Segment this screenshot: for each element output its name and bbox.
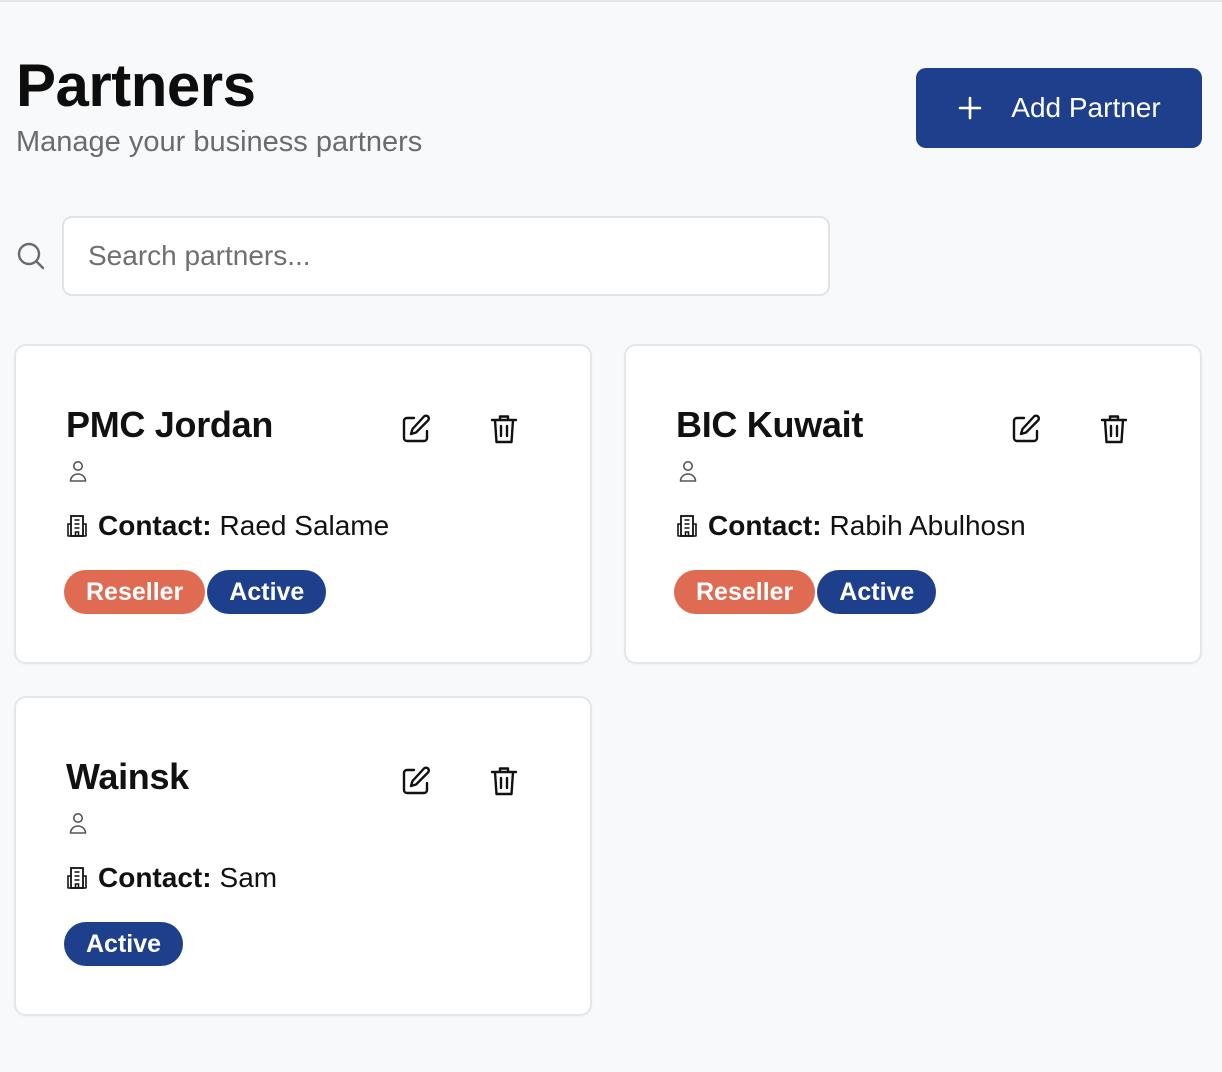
type-badge: Reseller [64, 570, 206, 614]
top-divider [0, 0, 1222, 2]
delete-button[interactable] [486, 412, 522, 448]
partner-card: BIC Kuwait Contact: Rabih Abulhosn Resel… [624, 344, 1202, 664]
partner-card: PMC Jordan Contact: Raed Salame Reseller… [14, 344, 592, 664]
search-bar [16, 216, 830, 296]
edit-icon [400, 765, 432, 800]
edit-button[interactable] [398, 764, 434, 800]
contact-name: Sam [219, 862, 278, 893]
trash-icon [1100, 413, 1128, 448]
status-badge: Active [207, 570, 327, 614]
status-badge: Active [64, 922, 184, 966]
contact-row: Contact: Sam [66, 862, 277, 894]
plus-icon [957, 95, 983, 121]
edit-button[interactable] [1008, 412, 1044, 448]
edit-icon [1010, 413, 1042, 448]
badge-group: Reseller Active [64, 570, 327, 614]
add-partner-label: Add Partner [1011, 92, 1161, 123]
add-partner-button[interactable]: Add Partner [916, 68, 1202, 148]
badge-group: Reseller Active [674, 570, 937, 614]
partner-card: Wainsk Contact: Sam Active [14, 696, 592, 1016]
partner-name: Wainsk [66, 756, 189, 797]
partner-name: BIC Kuwait [676, 404, 864, 445]
person-icon [68, 460, 88, 482]
partner-name: PMC Jordan [66, 404, 274, 445]
type-badge: Reseller [674, 570, 816, 614]
contact-name: Rabih Abulhosn [829, 510, 1026, 541]
trash-icon [490, 413, 518, 448]
search-input[interactable] [62, 216, 830, 296]
contact-label: Contact: [98, 510, 212, 541]
person-icon [68, 812, 88, 834]
contact-row: Contact: Rabih Abulhosn [676, 510, 1026, 542]
page-header: Partners Manage your business partners A… [16, 52, 1202, 172]
delete-button[interactable] [486, 764, 522, 800]
building-icon [66, 514, 88, 538]
edit-icon [400, 413, 432, 448]
status-badge: Active [817, 570, 937, 614]
contact-name: Raed Salame [219, 510, 390, 541]
building-icon [676, 514, 698, 538]
badge-group: Active [64, 922, 184, 966]
building-icon [66, 866, 88, 890]
contact-row: Contact: Raed Salame [66, 510, 389, 542]
search-icon [16, 241, 46, 271]
edit-button[interactable] [398, 412, 434, 448]
person-icon [678, 460, 698, 482]
contact-label: Contact: [708, 510, 822, 541]
trash-icon [490, 765, 518, 800]
contact-label: Contact: [98, 862, 212, 893]
delete-button[interactable] [1096, 412, 1132, 448]
